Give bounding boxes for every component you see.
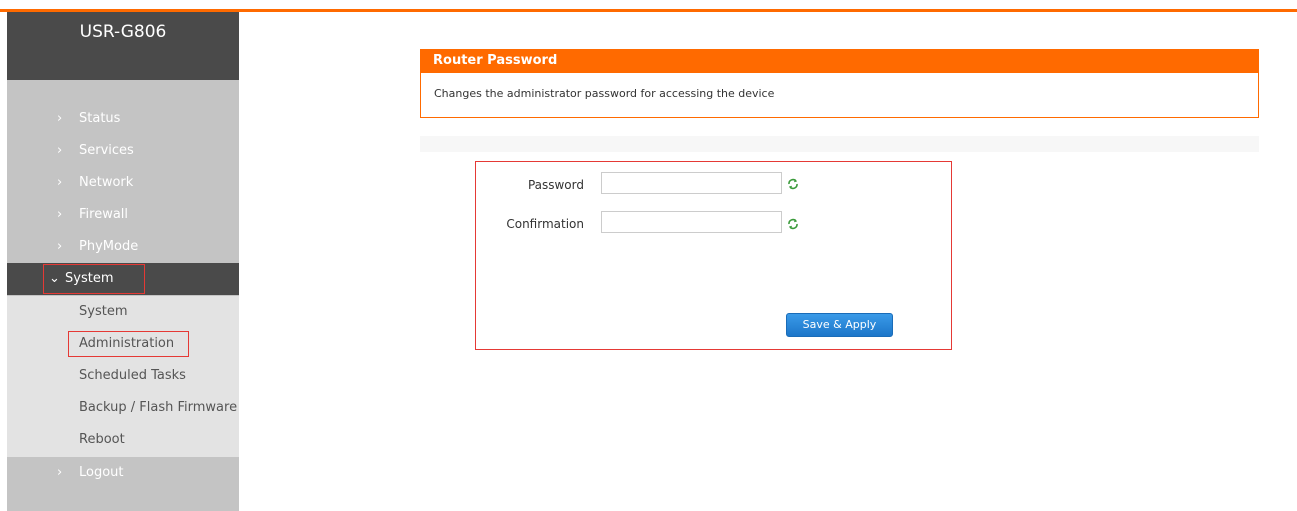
reveal-confirmation-icon[interactable] bbox=[787, 218, 799, 230]
sidebar-item-label: PhyMode bbox=[79, 239, 139, 254]
password-input[interactable] bbox=[601, 172, 782, 194]
sidebar-item-label: Network bbox=[79, 175, 134, 190]
sidebar-item-status[interactable]: › Status bbox=[7, 103, 239, 135]
chevron-right-icon: › bbox=[57, 175, 63, 190]
sidebar-item-label: Status bbox=[79, 111, 121, 126]
panel-title: Router Password bbox=[420, 49, 1259, 73]
chevron-down-icon: ⌄ bbox=[49, 271, 60, 286]
submenu-item-label: Backup / Flash Firmware bbox=[79, 400, 238, 415]
confirmation-input[interactable] bbox=[601, 211, 782, 233]
sidebar: USR-G806 › Status › Services › Network ›… bbox=[7, 12, 239, 511]
reveal-password-icon[interactable] bbox=[787, 178, 799, 190]
sidebar-item-phymode[interactable]: › PhyMode bbox=[7, 231, 239, 263]
save-apply-button[interactable]: Save & Apply bbox=[786, 313, 893, 337]
sidebar-item-label: System bbox=[65, 271, 114, 286]
submenu-item-label: Scheduled Tasks bbox=[79, 368, 186, 383]
sidebar-item-services[interactable]: › Services bbox=[7, 135, 239, 167]
sidebar-item-label: Services bbox=[79, 143, 134, 158]
sidebar-item-label: Firewall bbox=[79, 207, 129, 222]
password-form: Password Confirmation Save & Apply bbox=[475, 161, 952, 350]
sidebar-item-firewall[interactable]: › Firewall bbox=[7, 199, 239, 231]
sidebar-item-logout[interactable]: › Logout bbox=[7, 457, 239, 489]
panel-description: Changes the administrator password for a… bbox=[420, 73, 1259, 118]
system-submenu: System Administration Scheduled Tasks Ba… bbox=[7, 296, 239, 457]
sidebar-item-system[interactable]: ⌄ System bbox=[7, 263, 239, 295]
submenu-item-backup-flash-firmware[interactable]: Backup / Flash Firmware bbox=[7, 392, 239, 424]
chevron-right-icon: › bbox=[57, 143, 63, 158]
logout-area: › Logout bbox=[7, 457, 239, 511]
chevron-right-icon: › bbox=[57, 111, 63, 126]
section-divider bbox=[420, 136, 1259, 152]
brand-title: USR-G806 bbox=[7, 12, 239, 80]
sidebar-item-network[interactable]: › Network bbox=[7, 167, 239, 199]
chevron-right-icon: › bbox=[57, 239, 63, 254]
chevron-right-icon: › bbox=[57, 465, 63, 480]
submenu-item-label: Reboot bbox=[79, 432, 125, 447]
submenu-item-label: System bbox=[79, 304, 128, 319]
sidebar-item-label: Logout bbox=[79, 465, 124, 480]
submenu-item-label: Administration bbox=[79, 336, 175, 351]
submenu-item-system[interactable]: System bbox=[7, 296, 239, 328]
chevron-right-icon: › bbox=[57, 207, 63, 222]
password-label: Password bbox=[527, 178, 584, 192]
confirmation-label: Confirmation bbox=[506, 217, 584, 231]
submenu-item-scheduled-tasks[interactable]: Scheduled Tasks bbox=[7, 360, 239, 392]
submenu-item-reboot[interactable]: Reboot bbox=[7, 424, 239, 456]
submenu-item-administration[interactable]: Administration bbox=[7, 328, 239, 360]
